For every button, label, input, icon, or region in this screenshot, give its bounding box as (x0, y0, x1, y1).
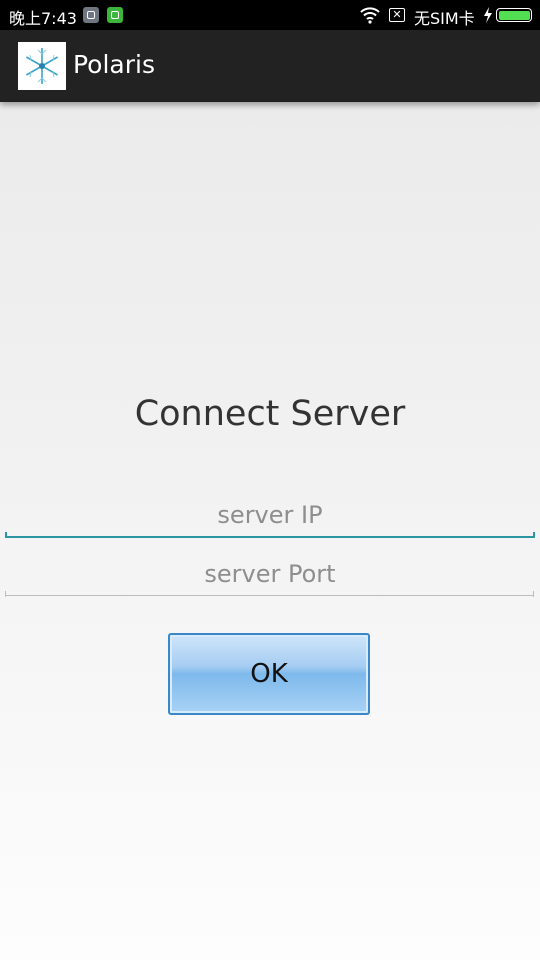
carrier-label: 无SIM卡 (414, 9, 475, 28)
status-bar: 晚上7:43 ✕ 无SIM卡 (0, 0, 540, 30)
wifi-icon (360, 7, 380, 24)
server-port-field[interactable] (6, 553, 534, 596)
notification-app-icon (83, 7, 99, 23)
action-bar: Polaris (0, 30, 540, 102)
charging-icon (484, 7, 492, 23)
server-ip-field[interactable] (6, 494, 534, 538)
server-port-underline-left-edge (5, 591, 6, 597)
battery-level (498, 10, 530, 20)
snowflake-logo-icon[interactable] (18, 42, 66, 90)
app-title: Polaris (73, 50, 155, 79)
server-ip-underline-left-edge (5, 532, 7, 538)
battery-icon (496, 8, 532, 22)
server-port-underline-right-edge (533, 591, 534, 597)
status-time: 晚上7:43 (9, 9, 77, 28)
server-ip-underline-right-edge (533, 532, 535, 538)
page-title: Connect Server (134, 394, 406, 434)
ok-button[interactable]: OK (168, 633, 370, 715)
android-icon (107, 7, 123, 23)
no-sim-icon: ✕ (389, 8, 405, 22)
